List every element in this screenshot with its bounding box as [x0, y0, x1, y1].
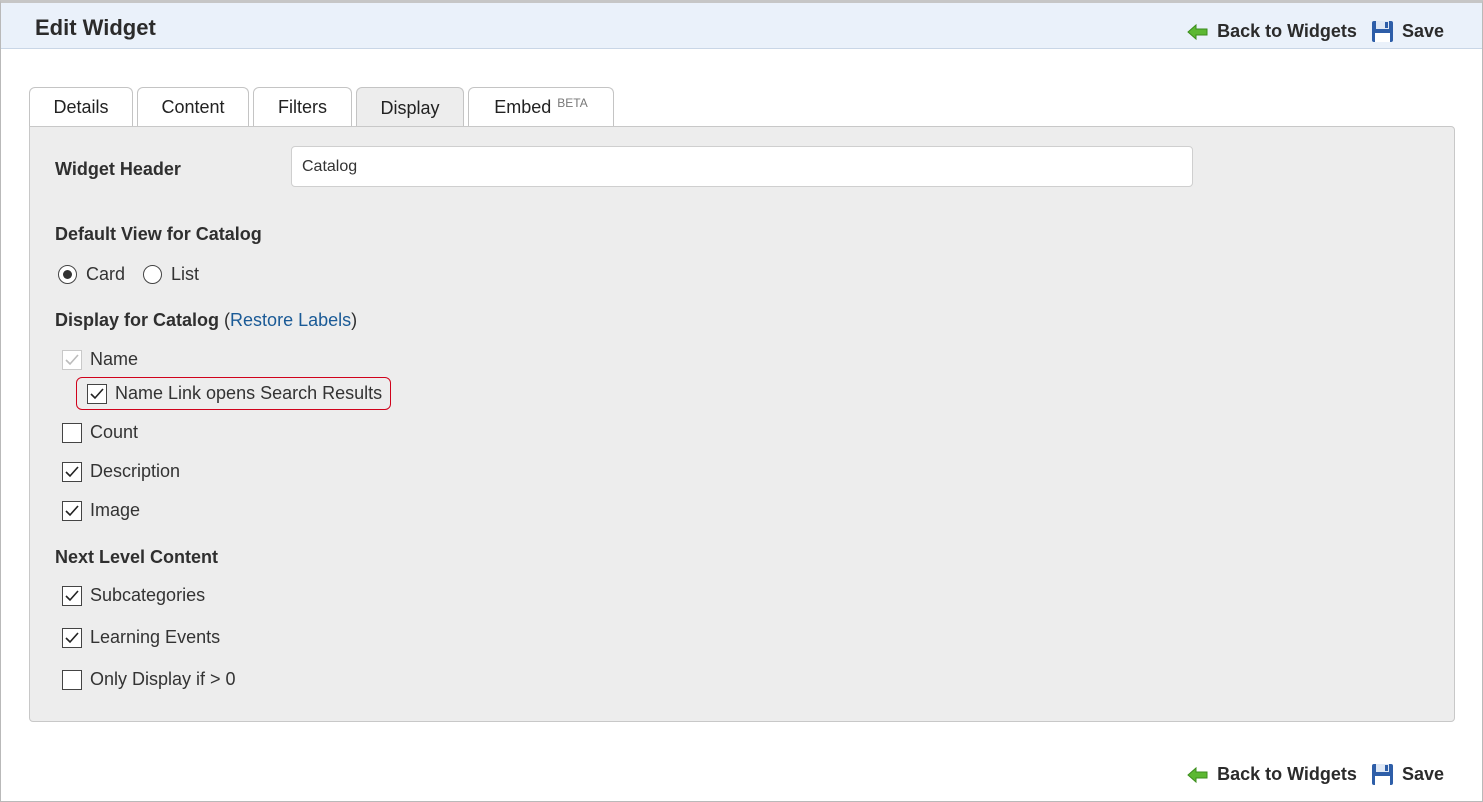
- edit-widget-window: Edit Widget Back to Widgets Save Details…: [0, 0, 1483, 802]
- tab-embed[interactable]: Embed BETA: [468, 87, 614, 127]
- checkmark-icon: [65, 589, 79, 601]
- back-to-widgets-link[interactable]: Back to Widgets: [1187, 21, 1357, 42]
- close-paren: ): [351, 310, 358, 330]
- checkmark-icon: [65, 465, 79, 477]
- checkmark-icon: [65, 353, 79, 365]
- tab-bar: Details Content Filters Display Embed BE…: [29, 87, 618, 128]
- count-label: Count: [90, 422, 139, 442]
- back-to-widgets-label-bottom: Back to Widgets: [1217, 764, 1357, 784]
- name-checkbox[interactable]: [62, 349, 82, 370]
- name-checkbox-row: Name: [62, 349, 138, 370]
- subcategories-checkbox-row: Subcategories: [62, 585, 205, 606]
- subcategories-label: Subcategories: [90, 585, 206, 605]
- image-label: Image: [90, 500, 141, 520]
- count-checkbox[interactable]: [62, 422, 82, 443]
- widget-header-input[interactable]: [291, 146, 1193, 187]
- checkmark-icon: [65, 504, 79, 516]
- name-label: Name: [90, 349, 139, 369]
- back-to-widgets-link-bottom[interactable]: Back to Widgets: [1187, 764, 1357, 785]
- only-display-checkbox[interactable]: [62, 669, 82, 690]
- default-view-label: Default View for Catalog: [55, 224, 262, 244]
- next-level-content-label: Next Level Content: [55, 547, 219, 567]
- count-checkbox-row: Count: [62, 422, 138, 443]
- green-arrow-left-icon: [1187, 23, 1208, 40]
- description-label: Description: [90, 461, 181, 481]
- tab-details-label: Details: [53, 97, 109, 117]
- checkmark-icon: [90, 387, 104, 399]
- save-button[interactable]: Save: [1371, 20, 1444, 43]
- radio-list-option[interactable]: List: [143, 264, 199, 285]
- save-label: Save: [1401, 21, 1444, 41]
- green-arrow-left-icon: [1187, 766, 1208, 783]
- radio-list-label: List: [171, 264, 200, 284]
- only-display-label: Only Display if > 0: [90, 669, 236, 689]
- display-for-catalog-label: Display for Catalog: [55, 310, 220, 330]
- radio-selected-dot: [63, 270, 72, 279]
- tab-display[interactable]: Display: [356, 87, 464, 128]
- tab-display-label: Display: [380, 97, 440, 118]
- learning-events-checkbox[interactable]: [62, 627, 82, 648]
- top-actions: Back to Widgets Save: [1173, 20, 1444, 43]
- floppy-disk-icon: [1371, 764, 1393, 785]
- only-display-checkbox-row: Only Display if > 0: [62, 669, 236, 690]
- save-label-bottom: Save: [1401, 764, 1444, 784]
- learning-events-label: Learning Events: [90, 627, 221, 647]
- tab-embed-label: Embed: [494, 97, 552, 117]
- radio-card[interactable]: [58, 265, 77, 284]
- checkmark-icon: [65, 631, 79, 643]
- page-title: Edit Widget: [35, 15, 156, 40]
- tab-filters[interactable]: Filters: [253, 87, 352, 127]
- name-link-checkbox-row: Name Link opens Search Results: [87, 383, 382, 404]
- beta-badge: BETA: [557, 95, 588, 110]
- radio-list[interactable]: [143, 265, 162, 284]
- description-checkbox[interactable]: [62, 461, 82, 482]
- learning-events-checkbox-row: Learning Events: [62, 627, 220, 648]
- description-checkbox-row: Description: [62, 461, 180, 482]
- bottom-actions: Back to Widgets Save: [1173, 763, 1444, 786]
- tab-content-label: Content: [161, 97, 225, 117]
- tab-filters-label: Filters: [278, 97, 327, 117]
- floppy-disk-icon: [1371, 21, 1393, 42]
- tab-details[interactable]: Details: [29, 87, 133, 127]
- name-link-checkbox[interactable]: [87, 383, 107, 404]
- tab-content[interactable]: Content: [137, 87, 249, 127]
- widget-header-label: Widget Header: [55, 159, 181, 179]
- display-panel: Widget Header Default View for Catalog C…: [29, 126, 1455, 722]
- image-checkbox[interactable]: [62, 500, 82, 521]
- restore-labels-link[interactable]: Restore Labels: [230, 310, 351, 330]
- subcategories-checkbox[interactable]: [62, 585, 82, 606]
- back-to-widgets-label: Back to Widgets: [1217, 21, 1357, 41]
- radio-card-option[interactable]: Card: [58, 264, 125, 285]
- radio-card-label: Card: [86, 264, 126, 284]
- name-link-label: Name Link opens Search Results: [115, 383, 383, 403]
- save-button-bottom[interactable]: Save: [1371, 763, 1444, 786]
- display-for-catalog-heading: Display for Catalog (Restore Labels): [55, 310, 357, 331]
- image-checkbox-row: Image: [62, 500, 140, 521]
